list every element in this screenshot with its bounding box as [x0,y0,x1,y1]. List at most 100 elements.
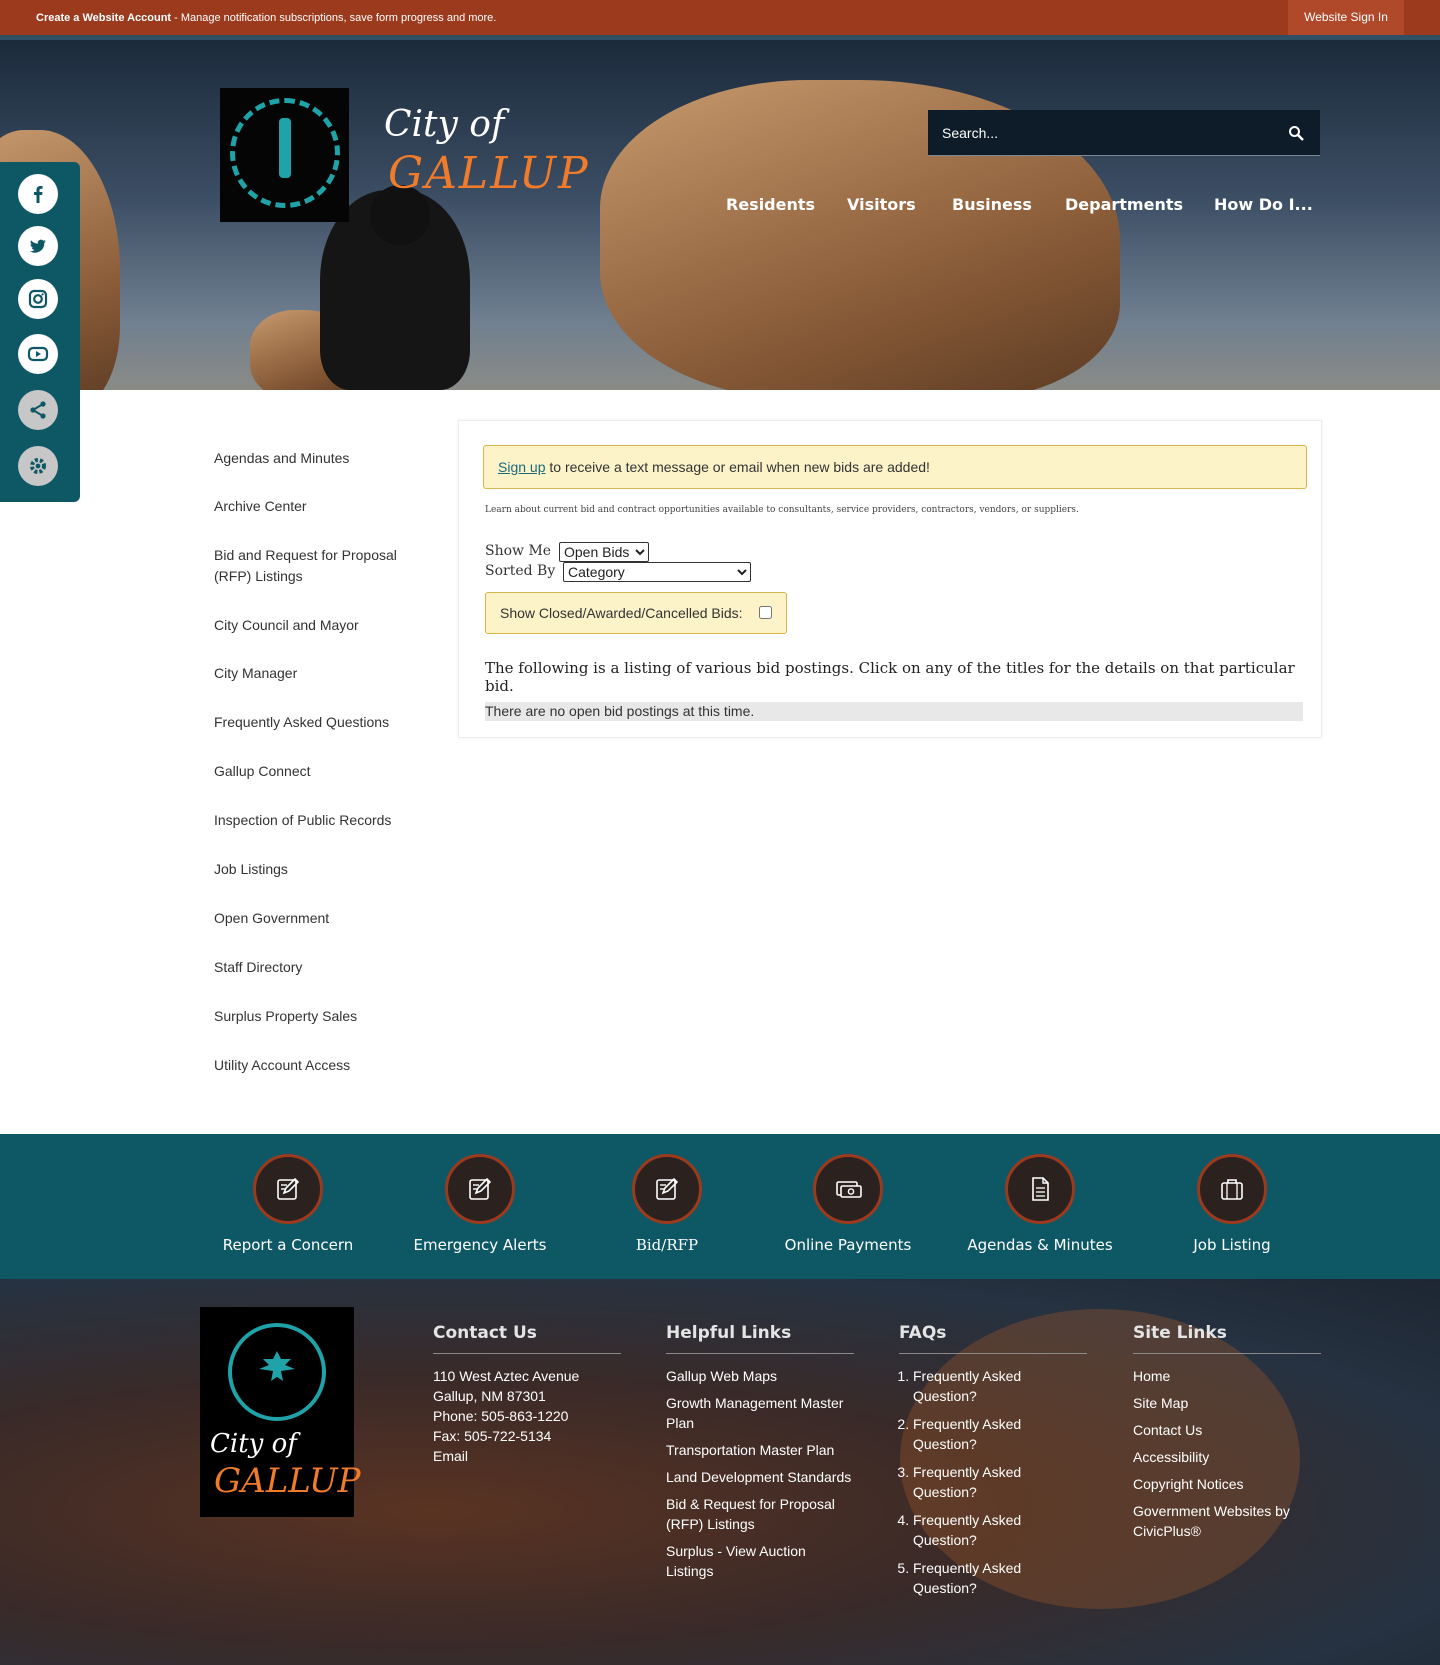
footer-faqs: FAQs Frequently Asked Question? Frequent… [899,1323,1087,1606]
signup-alert: Sign up to receive a text message or ema… [483,445,1307,489]
footer-link-contact-us[interactable]: Contact Us [1133,1420,1321,1440]
sorted-by-label: Sorted By [485,563,556,579]
brand-city-text: City of [384,104,505,145]
footer-helpful-links: Helpful Links Gallup Web Maps Growth Man… [666,1323,854,1588]
quick-link-bid-rfp[interactable]: Bid/RFP [577,1154,757,1254]
footer-link-copyright[interactable]: Copyright Notices [1133,1474,1321,1494]
no-bids-message: There are no open bid postings at this t… [485,702,1303,721]
footer-site-links: Site Links Home Site Map Contact Us Acce… [1133,1323,1321,1548]
quick-links-band: Report a Concern Emergency Alerts Bid/RF… [0,1134,1440,1279]
edit-icon [632,1154,702,1224]
quick-link-online-payments[interactable]: Online Payments [758,1154,938,1254]
bid-listings-panel: Sign up to receive a text message or ema… [458,420,1322,738]
nav-visitors[interactable]: Visitors [847,195,916,214]
footer-logo[interactable]: City of GALLUP [200,1307,361,1517]
signup-alert-text: to receive a text message or email when … [545,459,930,475]
brand-gallup-text: GALLUP [388,148,590,199]
faq-item[interactable]: Frequently Asked Question? [913,1558,1087,1598]
logo-emblem-icon [279,118,291,178]
subnav-item-gallup-connect[interactable]: Gallup Connect [214,761,414,782]
edit-icon [445,1154,515,1224]
footer-fax: Fax: 505-722-5134 [433,1428,552,1444]
footer-faqs-title: FAQs [899,1323,1087,1354]
quick-link-emergency-alerts[interactable]: Emergency Alerts [390,1154,570,1254]
show-closed-label: Show Closed/Awarded/Cancelled Bids: [500,605,743,621]
nav-departments[interactable]: Departments [1065,195,1183,214]
show-closed-checkbox[interactable] [759,606,772,619]
subnav-item-city-council[interactable]: City Council and Mayor [214,615,414,636]
faq-item[interactable]: Frequently Asked Question? [913,1414,1087,1454]
footer-logo-city: City of [210,1429,297,1459]
show-me-select[interactable]: Open Bids [559,542,649,562]
search-icon[interactable] [1288,125,1304,141]
footer-link-home[interactable]: Home [1133,1366,1321,1386]
main-nav: Residents Visitors Business Departments … [0,195,1440,225]
nav-residents[interactable]: Residents [726,195,815,214]
footer-address-line1: 110 West Aztec Avenue [433,1368,580,1384]
footer-link-land-development[interactable]: Land Development Standards [666,1467,854,1487]
quick-link-label: Online Payments [784,1236,912,1254]
faq-item[interactable]: Frequently Asked Question? [913,1366,1087,1406]
footer-link-web-maps[interactable]: Gallup Web Maps [666,1366,854,1386]
search-box [928,110,1320,156]
subnav-item-surplus-property[interactable]: Surplus Property Sales [214,1006,414,1027]
footer-link-bid-rfp[interactable]: Bid & Request for Proposal (RFP) Listing… [666,1494,854,1534]
subnav-item-agendas[interactable]: Agendas and Minutes [214,448,414,469]
footer-link-civicplus[interactable]: Government Websites by CivicPlus® [1133,1501,1321,1541]
footer-link-transportation-plan[interactable]: Transportation Master Plan [666,1440,854,1460]
subnav-item-archive-center[interactable]: Archive Center [214,496,414,517]
intro-text: Learn about current bid and contract opp… [485,505,1079,515]
search-input[interactable] [942,122,1272,144]
subnav-item-public-records[interactable]: Inspection of Public Records [214,810,414,831]
site-footer: City of GALLUP Contact Us 110 West Aztec… [0,1279,1440,1665]
twitter-icon[interactable] [18,226,58,266]
subnav-item-job-listings[interactable]: Job Listings [214,859,414,880]
quick-link-label: Bid/RFP [635,1236,699,1254]
website-sign-in-button[interactable]: Website Sign In [1288,0,1404,35]
briefcase-icon [1197,1154,1267,1224]
subnav-item-utility-account[interactable]: Utility Account Access [214,1055,414,1076]
payment-icon [813,1154,883,1224]
footer-contact: Contact Us 110 West Aztec Avenue Gallup,… [433,1323,621,1473]
sorted-by-select[interactable]: Category [563,562,751,582]
quick-link-agendas-minutes[interactable]: Agendas & Minutes [950,1154,1130,1254]
signup-link[interactable]: Sign up [498,459,545,475]
faq-list: Frequently Asked Question? Frequently As… [899,1366,1087,1598]
footer-email-link[interactable]: Email [433,1446,621,1466]
footer-link-growth-plan[interactable]: Growth Management Master Plan [666,1393,854,1433]
footer-logo-gallup: GALLUP [214,1461,361,1501]
show-me-label: Show Me [485,543,552,559]
subnav-item-open-government[interactable]: Open Government [214,908,414,929]
listing-description: The following is a listing of various bi… [485,659,1295,695]
nav-business[interactable]: Business [952,195,1032,214]
quick-link-label: Report a Concern [222,1236,354,1254]
edit-icon [253,1154,323,1224]
quick-link-label: Job Listing [1193,1236,1271,1254]
footer-link-accessibility[interactable]: Accessibility [1133,1447,1321,1467]
footer-site-title: Site Links [1133,1323,1321,1354]
footer-link-site-map[interactable]: Site Map [1133,1393,1321,1413]
gear-icon[interactable] [18,446,58,486]
quick-link-report-concern[interactable]: Report a Concern [198,1154,378,1254]
footer-helpful-title: Helpful Links [666,1323,854,1354]
social-sidebar [0,162,80,502]
faq-item[interactable]: Frequently Asked Question? [913,1510,1087,1550]
quick-link-label: Emergency Alerts [413,1236,547,1254]
subnav-item-staff-directory[interactable]: Staff Directory [214,957,414,978]
account-message-text: - Manage notification subscriptions, sav… [171,12,497,24]
facebook-icon[interactable] [18,174,58,214]
share-icon[interactable] [18,390,58,430]
subnav-item-bid-rfp[interactable]: Bid and Request for Proposal (RFP) Listi… [214,545,414,587]
create-account-link[interactable]: Create a Website Account [36,12,171,24]
instagram-icon[interactable] [18,279,58,319]
nav-how-do-i[interactable]: How Do I... [1214,195,1313,214]
quick-link-label: Agendas & Minutes [967,1236,1113,1254]
footer-link-surplus-auction[interactable]: Surplus - View Auction Listings [666,1541,854,1581]
quick-link-job-listing[interactable]: Job Listing [1142,1154,1322,1254]
subnav-item-city-manager[interactable]: City Manager [214,663,414,684]
footer-address-line2: Gallup, NM 87301 [433,1388,546,1404]
faq-item[interactable]: Frequently Asked Question? [913,1462,1087,1502]
youtube-icon[interactable] [18,334,58,374]
footer-contact-title: Contact Us [433,1323,621,1354]
subnav-item-faq[interactable]: Frequently Asked Questions [214,712,414,733]
